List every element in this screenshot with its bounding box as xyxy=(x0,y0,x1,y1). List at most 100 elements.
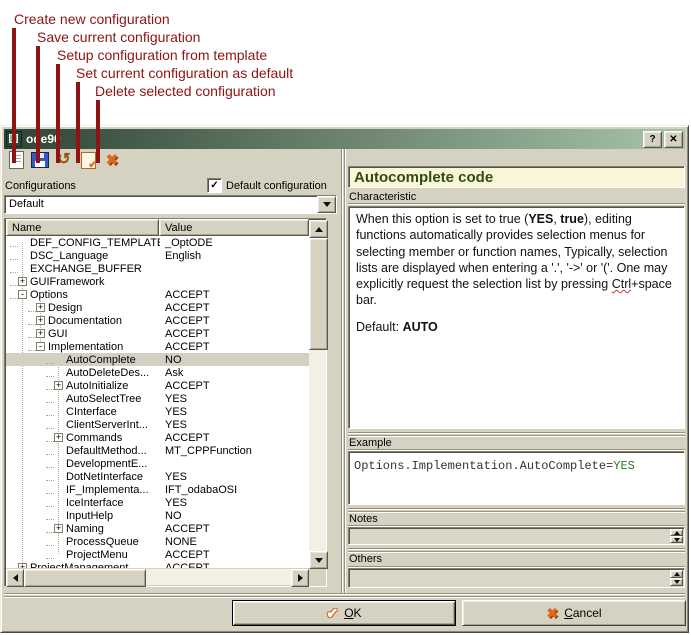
section-splitter xyxy=(348,548,685,553)
callout-line xyxy=(12,28,16,163)
column-header-name[interactable]: Name xyxy=(6,219,159,236)
tree-row[interactable]: AutoCompleteNO xyxy=(6,353,309,366)
notes-label: Notes xyxy=(349,513,378,525)
ok-button[interactable]: ✔ OK xyxy=(232,600,456,626)
tree-row[interactable]: ClientServerInt...YES xyxy=(6,418,309,431)
tree-row[interactable]: CInterfaceYES xyxy=(6,405,309,418)
arrow-up-icon xyxy=(674,569,680,576)
configurations-label: Configurations xyxy=(5,180,76,192)
callout-line xyxy=(36,46,40,163)
expand-icon[interactable]: + xyxy=(54,433,63,442)
set-default-configuration-button[interactable]: ✔ xyxy=(78,150,98,170)
horizontal-scrollbar-thumb[interactable] xyxy=(24,569,146,587)
others-spin-buttons[interactable] xyxy=(670,570,683,586)
tree-row[interactable]: DSC_LanguageEnglish xyxy=(6,249,309,262)
expand-icon[interactable]: + xyxy=(54,381,63,390)
callout-save: Save current configuration xyxy=(37,29,200,45)
configuration-dialog: ode90 ? ✕ ↺ ✔ ✖ xyxy=(0,125,689,633)
section-splitter xyxy=(348,432,685,437)
tree-row[interactable]: DotNetInterfaceYES xyxy=(6,470,309,483)
notes-spin-buttons[interactable] xyxy=(670,529,683,543)
others-label: Others xyxy=(349,553,382,565)
expand-icon[interactable]: + xyxy=(18,563,27,568)
tree-row[interactable]: IceInterfaceYES xyxy=(6,496,309,509)
notes-field[interactable] xyxy=(348,527,685,545)
delete-configuration-button[interactable]: ✖ xyxy=(102,150,122,170)
configuration-select[interactable]: Default xyxy=(4,195,337,214)
arrow-up-icon xyxy=(674,528,680,535)
expand-icon[interactable]: + xyxy=(54,524,63,533)
arrow-down-icon xyxy=(674,580,680,587)
tree-row[interactable]: DevelopmentE... xyxy=(6,457,309,470)
tree-row[interactable]: InputHelpNO xyxy=(6,509,309,522)
new-configuration-button[interactable] xyxy=(6,150,26,170)
arrow-down-icon xyxy=(315,558,323,567)
arrow-down-icon xyxy=(674,538,680,545)
configuration-tree: Name Value DEF_CONFIG_TEMPLATE_OptODEDSC… xyxy=(4,218,327,587)
save-configuration-button[interactable] xyxy=(30,150,50,170)
tree-row[interactable]: +AutoInitializeACCEPT xyxy=(6,379,309,392)
default-configuration-checkbox[interactable]: ✓ Default configuration xyxy=(207,178,327,193)
horizontal-scrollbar[interactable] xyxy=(6,569,309,585)
checkbox-label: Default configuration xyxy=(226,180,327,192)
tree-row[interactable]: AutoDeleteDes...Ask xyxy=(6,366,309,379)
vertical-scrollbar-thumb[interactable] xyxy=(309,238,328,350)
example-code[interactable]: Options.Implementation.AutoComplete=YES xyxy=(348,451,685,505)
combo-dropdown-button[interactable] xyxy=(317,196,336,213)
tree-row[interactable]: ProjectMenuACCEPT xyxy=(6,548,309,561)
close-button[interactable]: ✕ xyxy=(664,131,683,148)
tree-row[interactable]: ProcessQueueNONE xyxy=(6,535,309,548)
edit-check-icon: ✔ xyxy=(81,152,96,169)
checkbox-icon[interactable]: ✓ xyxy=(207,178,222,193)
others-field[interactable] xyxy=(348,568,685,588)
tree-row[interactable]: DEF_CONFIG_TEMPLATE_OptODE xyxy=(6,236,309,249)
callout-set-default: Set current configuration as default xyxy=(76,65,293,81)
tree-row[interactable]: +NamingACCEPT xyxy=(6,522,309,535)
characteristic-label: Characteristic xyxy=(349,191,416,203)
check-icon: ✔ xyxy=(326,605,338,622)
label-groove xyxy=(348,203,685,205)
tree-row[interactable]: +GUIACCEPT xyxy=(6,327,309,340)
callout-line xyxy=(96,100,100,163)
tree-row[interactable]: +DocumentationACCEPT xyxy=(6,314,309,327)
tree-row[interactable]: AutoSelectTreeYES xyxy=(6,392,309,405)
collapse-icon[interactable]: - xyxy=(36,342,45,351)
help-button[interactable]: ? xyxy=(643,131,662,148)
characteristic-paragraph-2: Default: AUTO xyxy=(356,319,677,335)
callout-template: Setup configuration from template xyxy=(57,47,267,63)
tree-row[interactable]: -OptionsACCEPT xyxy=(6,288,309,301)
window-title: ode90 xyxy=(26,132,641,146)
save-floppy-icon xyxy=(31,152,49,168)
scroll-up-button[interactable] xyxy=(309,220,328,238)
option-title: Autocomplete code xyxy=(348,166,685,188)
tree-row[interactable]: -ImplementationACCEPT xyxy=(6,340,309,353)
expand-icon[interactable]: + xyxy=(36,329,45,338)
cancel-button[interactable]: ✖ Cancel xyxy=(462,600,686,626)
example-code-value: YES xyxy=(613,459,635,473)
expand-icon[interactable]: + xyxy=(18,277,27,286)
vertical-scrollbar[interactable] xyxy=(309,220,326,569)
tree-row[interactable]: EXCHANGE_BUFFER xyxy=(6,262,309,275)
arrow-right-icon xyxy=(298,574,307,582)
tree-row[interactable]: IF_Implementa...IFT_odabaOSI xyxy=(6,483,309,496)
chevron-down-icon xyxy=(323,202,331,211)
tree-row[interactable]: +ProjectManagementACCEPT xyxy=(6,561,309,568)
callout-delete: Delete selected configuration xyxy=(95,83,276,99)
column-header-value[interactable]: Value xyxy=(159,219,309,236)
expand-icon[interactable]: + xyxy=(36,316,45,325)
titlebar[interactable]: ode90 ? ✕ xyxy=(4,129,685,149)
tree-row[interactable]: +DesignACCEPT xyxy=(6,301,309,314)
x-icon: ✖ xyxy=(546,605,558,622)
tree-row[interactable]: +GUIFramework xyxy=(6,275,309,288)
expand-icon[interactable]: + xyxy=(36,303,45,312)
arrow-left-icon xyxy=(9,574,18,582)
callout-create-new: Create new configuration xyxy=(14,11,170,27)
section-splitter xyxy=(348,508,685,513)
collapse-icon[interactable]: - xyxy=(18,290,27,299)
characteristic-text[interactable]: When this option is set to true (YES, tr… xyxy=(348,206,685,429)
tree-row[interactable]: +CommandsACCEPT xyxy=(6,431,309,444)
scroll-left-button[interactable] xyxy=(6,569,24,587)
scroll-down-button[interactable] xyxy=(309,551,328,569)
tree-row[interactable]: DefaultMethod...MT_CPPFunction xyxy=(6,444,309,457)
scroll-right-button[interactable] xyxy=(291,569,309,587)
